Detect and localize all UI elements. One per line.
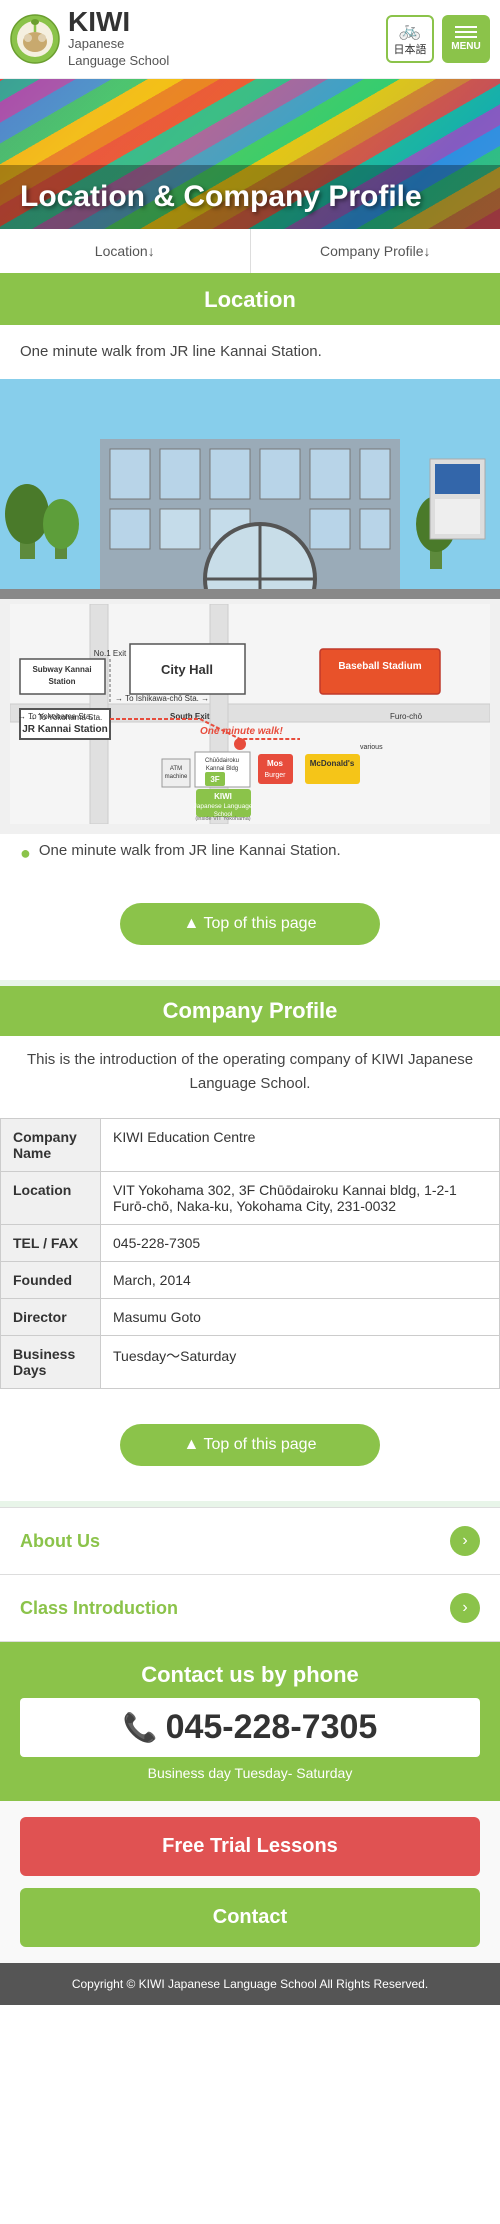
hero-overlay: Location & Company Profile	[0, 165, 500, 229]
svg-text:Burger: Burger	[264, 772, 286, 779]
svg-text:various: various	[360, 744, 383, 751]
svg-text:Kannai Bldg: Kannai Bldg	[206, 766, 238, 772]
company-description: This is the introduction of the operatin…	[0, 1036, 500, 1108]
table-row: Location VIT Yokohama 302, 3F Chūōdairok…	[1, 1172, 500, 1225]
accordion-section: About Us › Class Introduction ›	[0, 1507, 500, 1642]
svg-text:JR Kannai Station: JR Kannai Station	[22, 724, 108, 735]
svg-text:→ To Ishikawa-chō Sta. →: → To Ishikawa-chō Sta. →	[115, 694, 209, 703]
jp-button[interactable]: 🚲 日本語	[386, 15, 434, 63]
svg-text:ATM: ATM	[170, 766, 182, 772]
phone-row: 📞 045-228-7305	[20, 1698, 480, 1757]
location-top-btn-wrap: ▲ Top of this page	[0, 878, 500, 980]
tab-company-profile[interactable]: Company Profile↓	[251, 229, 500, 273]
company-table: Company Name KIWI Education Centre Locat…	[0, 1118, 500, 1389]
table-label: TEL / FAX	[1, 1225, 101, 1262]
svg-text:McDonald's: McDonald's	[310, 759, 355, 768]
location-bullet-text: One minute walk from JR line Kannai Stat…	[39, 842, 341, 859]
logo: KIWI Japanese Language School	[10, 8, 169, 70]
table-value: Masumu Goto	[101, 1299, 500, 1336]
svg-text:Baseball Stadium: Baseball Stadium	[338, 661, 421, 672]
table-value: March, 2014	[101, 1262, 500, 1299]
svg-text:Chūōdairoku: Chūōdairoku	[205, 758, 239, 764]
accordion-about-arrow: ›	[450, 1526, 480, 1556]
map-area: Subway Kannai Station No.1 Exit City Hal…	[0, 599, 500, 834]
free-trial-button[interactable]: Free Trial Lessons	[20, 1817, 480, 1876]
chevron-right-icon-2: ›	[462, 1599, 467, 1617]
location-bullet: ● One minute walk from JR line Kannai St…	[0, 834, 500, 878]
header: KIWI Japanese Language School 🚲 日本語 MENU	[0, 0, 500, 79]
building-photo	[0, 379, 500, 599]
contact-title: Contact us by phone	[20, 1662, 480, 1688]
logo-text: KIWI Japanese Language School	[68, 8, 169, 70]
contact-button[interactable]: Contact	[20, 1888, 480, 1947]
accordion-class-arrow: ›	[450, 1593, 480, 1623]
footer: Copyright © KIWI Japanese Language Schoo…	[0, 1963, 500, 2005]
business-days: Business day Tuesday- Saturday	[20, 1765, 480, 1781]
accordion-about-label: About Us	[20, 1531, 100, 1552]
footer-text: Copyright © KIWI Japanese Language Schoo…	[72, 1977, 428, 1991]
hero-image: Location & Company Profile	[0, 79, 500, 229]
building-svg	[0, 379, 500, 599]
company-top-btn-wrap: ▲ Top of this page	[0, 1399, 500, 1501]
table-value: Tuesday～Saturday	[101, 1336, 500, 1389]
menu-button[interactable]: MENU	[442, 15, 490, 63]
accordion-class-label: Class Introduction	[20, 1598, 178, 1619]
location-section: Location One minute walk from JR line Ka…	[0, 275, 500, 981]
svg-text:machine: machine	[165, 774, 188, 780]
svg-text:KIWI: KIWI	[214, 792, 232, 801]
table-label: Business Days	[1, 1336, 101, 1389]
svg-text:No.1 Exit: No.1 Exit	[94, 649, 127, 658]
hero-title: Location & Company Profile	[20, 180, 480, 214]
svg-text:Station: Station	[48, 677, 75, 686]
svg-text:One minute walk!: One minute walk!	[200, 726, 283, 737]
tab-location[interactable]: Location↓	[0, 229, 251, 273]
svg-text:(inside VIT Yokohama): (inside VIT Yokohama)	[195, 816, 250, 822]
contact-section: Contact us by phone 📞 045-228-7305 Busin…	[0, 1642, 500, 1801]
company-top-btn[interactable]: ▲ Top of this page	[120, 1424, 380, 1466]
svg-text:City Hall: City Hall	[161, 662, 213, 677]
company-section: Company Profile This is the introduction…	[0, 986, 500, 1501]
accordion-about-us[interactable]: About Us ›	[0, 1507, 500, 1575]
table-row: TEL / FAX 045-228-7305	[1, 1225, 500, 1262]
table-label: Location	[1, 1172, 101, 1225]
svg-text:Japanese Language: Japanese Language	[194, 803, 253, 810]
logo-sub: Japanese Language School	[68, 36, 169, 70]
table-row: Company Name KIWI Education Centre	[1, 1119, 500, 1172]
svg-text:Furo-chō: Furo-chō	[390, 712, 423, 721]
nav-tabs: Location↓ Company Profile↓	[0, 229, 500, 275]
svg-text:Mos: Mos	[267, 759, 284, 768]
cta-section: Free Trial Lessons Contact	[0, 1801, 500, 1963]
table-value: 045-228-7305	[101, 1225, 500, 1262]
logo-kiwi: KIWI	[68, 8, 169, 36]
kiwi-logo-icon	[10, 14, 60, 64]
hamburger-icon	[455, 26, 477, 38]
location-description: One minute walk from JR line Kannai Stat…	[0, 325, 500, 380]
table-row: Founded March, 2014	[1, 1262, 500, 1299]
table-label: Director	[1, 1299, 101, 1336]
svg-text:→ To Yokohama Sta.: → To Yokohama Sta.	[18, 712, 93, 721]
table-label: Company Name	[1, 1119, 101, 1172]
table-row: Business Days Tuesday～Saturday	[1, 1336, 500, 1389]
location-map: Subway Kannai Station No.1 Exit City Hal…	[10, 604, 490, 824]
menu-label: MENU	[451, 41, 480, 52]
jp-label: 日本語	[394, 41, 427, 57]
phone-number: 045-228-7305	[166, 1708, 378, 1747]
japan-flag-icon: 🚲	[399, 20, 421, 41]
company-heading: Company Profile	[0, 986, 500, 1036]
svg-text:Subway Kannai: Subway Kannai	[32, 665, 91, 674]
chevron-right-icon: ›	[462, 1532, 467, 1550]
accordion-class-intro[interactable]: Class Introduction ›	[0, 1575, 500, 1642]
table-value: KIWI Education Centre	[101, 1119, 500, 1172]
table-label: Founded	[1, 1262, 101, 1299]
table-value: VIT Yokohama 302, 3F Chūōdairoku Kannai …	[101, 1172, 500, 1225]
svg-text:3F: 3F	[210, 775, 219, 784]
bullet-icon: ●	[20, 843, 31, 864]
location-top-btn[interactable]: ▲ Top of this page	[120, 903, 380, 945]
location-heading: Location	[0, 275, 500, 325]
table-row: Director Masumu Goto	[1, 1299, 500, 1336]
phone-icon: 📞	[123, 1711, 158, 1744]
header-right: 🚲 日本語 MENU	[386, 15, 490, 63]
